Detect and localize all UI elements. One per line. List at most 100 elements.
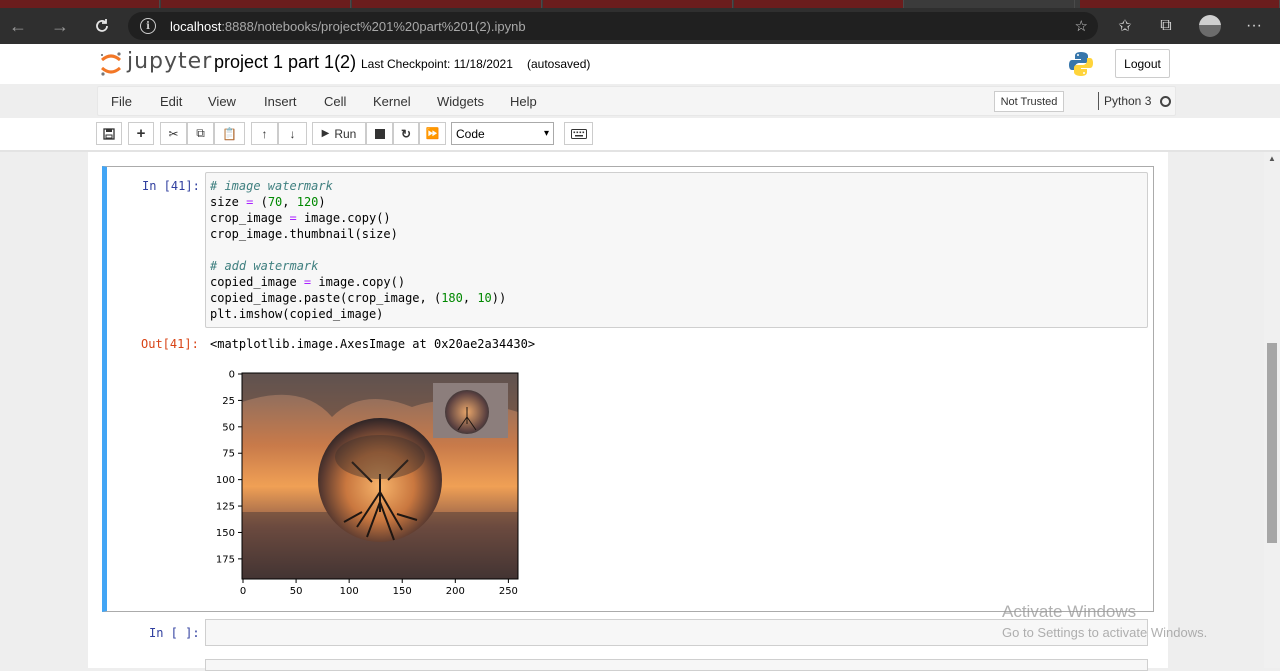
y-tick-label: 25 [222,396,235,407]
input-prompt: In [41]: [142,179,200,193]
activate-windows-title: Activate Windows [1002,602,1137,621]
menu-file[interactable]: File [111,94,132,109]
arrow-down-icon: ↓ [289,126,296,141]
y-tick-label: 150 [216,528,235,539]
run-label: Run [334,126,357,141]
checkpoint-status: Last Checkpoint: 11/18/2021 [361,57,513,71]
x-tick-label: 0 [240,586,246,597]
url-path: :8888/notebooks/project%201%20part%201(2… [221,18,526,34]
cell-type-value: Code [456,126,485,141]
output-text: <matplotlib.image.AxesImage at 0x20ae2a3… [210,337,536,351]
logout-button[interactable]: Logout [1115,49,1170,78]
y-tick-label: 75 [222,449,235,460]
menu-kernel[interactable]: Kernel [373,94,411,109]
menu-insert[interactable]: Insert [264,94,297,109]
browser-tab[interactable] [0,0,160,8]
page-scrollbar[interactable]: ▲ [1264,152,1280,668]
restart-button[interactable]: ↻ [393,122,419,145]
menu-widgets[interactable]: Widgets [437,94,484,109]
site-info-icon[interactable]: i [140,18,156,34]
arrow-up-icon: ↑ [261,126,268,141]
browser-tab-active[interactable] [905,0,1075,8]
x-tick-label: 250 [499,586,518,597]
keyboard-icon [570,128,587,139]
x-tick-label: 100 [340,586,359,597]
y-axis: 0 25 50 75 100 125 150 175 [216,370,242,565]
browser-toolbar: ← → i localhost:8888/notebooks/project%2… [0,8,1280,44]
python-logo-icon [1069,52,1093,76]
copy-icon: ⧉ [196,126,205,140]
code-editor[interactable]: # image watermark size = (70, 120) crop_… [205,172,1148,328]
kernel-name[interactable]: Python 3 [1104,94,1151,108]
notebook-toolbar: + ✂ ⧉ 📋 ↑ ↓ ▶ Run ↻ ⏩ Code ▾ [0,118,1280,150]
jupyter-header: jupyter project 1 part 1(2) Last Checkpo… [0,44,1280,84]
fast-forward-icon: ⏩ [425,128,440,140]
scissors-icon: ✂ [168,126,179,141]
activate-windows-subtitle: Go to Settings to activate Windows. [1002,625,1208,640]
url-host: localhost [170,18,222,34]
move-down-button[interactable]: ↓ [278,122,307,145]
browser-tab[interactable] [734,0,904,8]
insert-cell-button[interactable]: + [128,122,154,145]
empty-cell-prompt: In [ ]: [149,626,200,640]
y-tick-label: 100 [216,475,235,486]
menu-cell[interactable]: Cell [324,94,346,109]
menubar: File Edit View Insert Cell Kernel Widget… [97,86,1176,116]
browser-tab[interactable] [161,0,351,8]
kernel-separator [1098,92,1099,110]
scrollbar-thumb[interactable] [1267,343,1277,543]
menu-edit[interactable]: Edit [160,94,182,109]
jupyter-logo-icon[interactable] [99,51,123,77]
not-trusted-button[interactable]: Not Trusted [994,91,1064,112]
image-plot: 0 25 50 75 100 125 150 175 0 50 100 150 200 250 [216,370,519,597]
restart-run-all-button[interactable]: ⏩ [419,122,446,145]
jupyter-logo-text[interactable]: jupyter [127,49,212,74]
command-palette-button[interactable] [564,122,593,145]
move-up-button[interactable]: ↑ [251,122,278,145]
chevron-down-icon: ▾ [543,128,549,139]
browser-tab[interactable] [1080,0,1280,8]
notebook-title[interactable]: project 1 part 1(2) [214,52,356,73]
menu-view[interactable]: View [208,94,236,109]
save-button[interactable] [96,122,122,145]
favorites-icon[interactable]: ✩ [1111,12,1139,40]
add-favorite-icon[interactable]: ☆ [1075,17,1088,35]
restart-icon: ↻ [400,126,412,141]
x-tick-label: 200 [446,586,465,597]
next-code-editor[interactable] [205,659,1148,671]
plus-icon: + [136,125,146,142]
stop-icon [374,128,385,139]
more-icon[interactable]: ··· [1240,12,1268,40]
y-tick-label: 125 [216,502,235,513]
refresh-icon[interactable] [88,12,116,40]
x-tick-label: 150 [393,586,412,597]
address-bar[interactable]: i localhost:8888/notebooks/project%201%2… [128,12,1098,40]
play-icon: ▶ [321,128,330,139]
kernel-idle-indicator-icon [1160,96,1171,107]
cut-button[interactable]: ✂ [160,122,187,145]
collections-icon[interactable]: ⧉ [1152,12,1180,40]
y-tick-label: 50 [222,422,235,433]
run-button[interactable]: ▶ Run [312,122,366,145]
y-tick-label: 175 [216,554,235,565]
x-axis: 0 50 100 150 200 250 [240,579,518,597]
forward-icon[interactable]: → [46,12,74,40]
browser-tab[interactable] [352,0,542,8]
menu-help[interactable]: Help [510,94,537,109]
copy-button[interactable]: ⧉ [187,122,214,145]
cell-type-select[interactable]: Code ▾ [451,122,554,145]
interrupt-button[interactable] [366,122,393,145]
code-content[interactable]: # image watermark size = (70, 120) crop_… [210,178,506,322]
paste-button[interactable]: 📋 [214,122,245,145]
plot-image [242,373,518,579]
activate-windows-watermark: Activate Windows Go to Settings to activ… [1002,602,1207,640]
paste-icon: 📋 [222,126,237,141]
back-icon[interactable]: ← [4,12,32,40]
profile-avatar[interactable] [1196,12,1224,40]
browser-tab-strip [0,0,1280,8]
scroll-up-arrow-icon[interactable]: ▲ [1264,152,1280,164]
y-tick-label: 0 [229,370,235,381]
x-tick-label: 50 [290,586,303,597]
browser-tab[interactable] [543,0,733,8]
autosave-status: (autosaved) [527,57,591,71]
